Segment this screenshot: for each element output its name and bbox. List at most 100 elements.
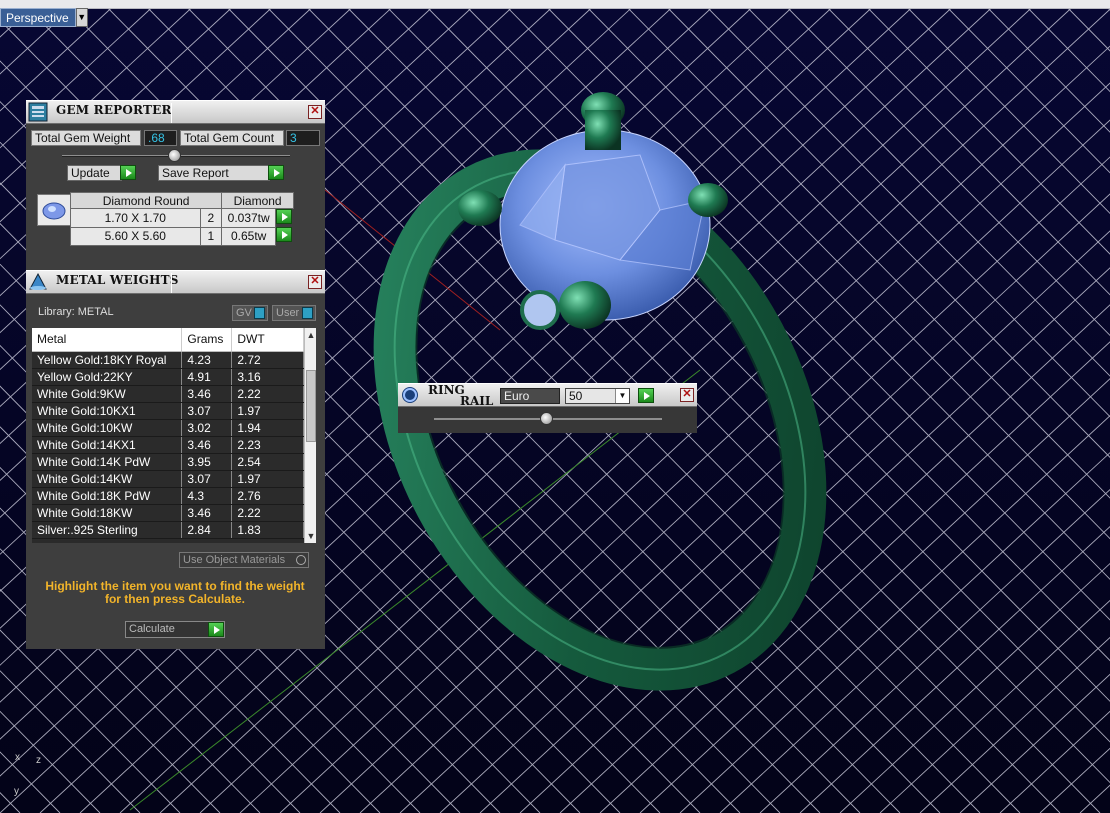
- calculate-button[interactable]: Calculate: [125, 621, 225, 638]
- metal-metal-cell: White Gold:14KX1: [32, 436, 183, 454]
- gem-row-go-icon[interactable]: [276, 209, 293, 224]
- gem-slider-handle[interactable]: [168, 149, 181, 162]
- gem-size: 5.60 X 5.60: [70, 226, 201, 246]
- ring-rail-slider-handle[interactable]: [540, 412, 553, 425]
- metal-weights-titlebar[interactable]: METAL WEIGHTS ✕: [26, 270, 325, 294]
- toggle-indicator-icon: [302, 307, 313, 319]
- metal-dwt-cell: 1.94: [231, 419, 304, 437]
- axis-z-label: z: [36, 755, 41, 766]
- radio-icon[interactable]: [296, 555, 306, 565]
- gem-row[interactable]: 1.70 X 1.70 2 0.037tw: [70, 208, 294, 228]
- metal-grams-cell: 2.84: [181, 521, 233, 539]
- metal-grams-cell: 4.23: [181, 351, 233, 369]
- close-icon[interactable]: ✕: [308, 105, 322, 119]
- metal-dwt-cell: 1.97: [231, 470, 304, 488]
- chevron-down-icon[interactable]: ▼: [615, 389, 629, 403]
- metal-dwt-cell: 2.22: [231, 504, 304, 522]
- metal-row[interactable]: White Gold:14K PdW 3.95 2.54: [32, 453, 304, 471]
- metal-metal-cell: Silver:.925 Sterling: [32, 521, 183, 539]
- use-object-materials-label: Use Object Materials: [183, 554, 286, 566]
- ring-rail-title-line2: RAIL: [460, 394, 494, 408]
- column-metal[interactable]: Metal: [32, 328, 183, 352]
- ring-rail-titlebar[interactable]: RING RAIL Euro 50 ▼ ✕: [398, 383, 697, 407]
- metal-row[interactable]: Yellow Gold:22KY 4.91 3.16: [32, 368, 304, 386]
- update-label: Update: [71, 166, 110, 180]
- metal-grams-cell: 3.46: [181, 504, 233, 522]
- gem-shape-header: Diamond Round: [69, 192, 223, 209]
- metal-weights-title: METAL WEIGHTS: [56, 273, 179, 287]
- user-toggle-label: User: [276, 307, 300, 319]
- gem-row-go-icon[interactable]: [276, 227, 293, 242]
- metal-dwt-cell: 2.22: [231, 385, 304, 403]
- metal-row[interactable]: Yellow Gold:18KY Royal 4.23 2.72: [32, 351, 304, 369]
- metal-row[interactable]: White Gold:14KW 3.07 1.97: [32, 470, 304, 488]
- scroll-down-icon[interactable]: ▼: [305, 529, 316, 543]
- close-icon[interactable]: ✕: [308, 275, 322, 289]
- gem-table: Diamond Round Diamond 1.70 X 1.70 2 0.03…: [69, 192, 294, 246]
- metal-metal-cell: White Gold:14K PdW: [32, 453, 183, 471]
- toggle-indicator-icon: [254, 307, 265, 319]
- gem-reporter-titlebar[interactable]: GEM REPORTER ✕: [26, 100, 325, 124]
- view-tab[interactable]: Perspective ▼: [0, 8, 88, 27]
- gem-row[interactable]: 5.60 X 5.60 1 0.65tw: [70, 226, 294, 246]
- metal-row[interactable]: White Gold:10KX1 3.07 1.97: [32, 402, 304, 420]
- metal-weights-panel: METAL WEIGHTS ✕ Library: METAL GV User M…: [26, 270, 325, 649]
- metal-dwt-cell: 2.54: [231, 453, 304, 471]
- metal-metal-cell: White Gold:18K PdW: [32, 487, 183, 505]
- gem-count: 2: [199, 208, 223, 228]
- metal-dwt-cell: 1.83: [231, 521, 304, 539]
- metal-row[interactable]: White Gold:14KX1 3.46 2.23: [32, 436, 304, 454]
- gem-thumbnail: [37, 194, 71, 226]
- save-report-button[interactable]: Save Report: [158, 165, 270, 181]
- metal-weights-icon: [29, 272, 47, 290]
- metal-dwt-cell: 3.16: [231, 368, 304, 386]
- titlebar-divider: [171, 273, 172, 293]
- gem-reporter-icon: [28, 102, 48, 122]
- ring-size-standard-select[interactable]: Euro: [500, 388, 560, 404]
- user-toggle[interactable]: User: [272, 305, 316, 321]
- metal-row[interactable]: White Gold:10KW 3.02 1.94: [32, 419, 304, 437]
- update-go-icon[interactable]: [120, 165, 136, 180]
- metal-metal-cell: White Gold:9KW: [32, 385, 183, 403]
- metal-row[interactable]: White Gold:18KW 3.46 2.22: [32, 504, 304, 522]
- ring-rail-go-icon[interactable]: [638, 388, 654, 403]
- titlebar-divider: [171, 103, 172, 123]
- ring-size-select[interactable]: 50 ▼: [565, 388, 630, 404]
- total-gem-weight-value: .68: [144, 130, 177, 146]
- metal-row[interactable]: Silver:.925 Sterling 2.84 1.83: [32, 521, 304, 539]
- column-grams[interactable]: Grams: [181, 328, 233, 352]
- library-label: Library: METAL: [38, 306, 114, 318]
- use-object-materials-option[interactable]: Use Object Materials: [179, 552, 309, 568]
- metal-dwt-cell: 2.72: [231, 351, 304, 369]
- save-report-go-icon[interactable]: [268, 165, 284, 180]
- metal-row[interactable]: White Gold:9KW 3.46 2.22: [32, 385, 304, 403]
- view-menu-dropdown[interactable]: ▼: [75, 8, 88, 27]
- update-button[interactable]: Update: [67, 165, 122, 181]
- ring-size-value: 50: [569, 389, 583, 403]
- ring-rail-title: RING RAIL: [428, 384, 494, 408]
- metal-grams-cell: 3.02: [181, 419, 233, 437]
- metal-row[interactable]: White Gold:18K PdW 4.3 2.76: [32, 487, 304, 505]
- close-icon[interactable]: ✕: [680, 388, 694, 402]
- axis-x-label: x: [15, 752, 20, 763]
- gem-weight: 0.65tw: [221, 226, 277, 246]
- metal-dwt-cell: 2.76: [231, 487, 304, 505]
- gem-weight: 0.037tw: [221, 208, 277, 228]
- gv-toggle[interactable]: GV: [232, 305, 268, 321]
- gem-reporter-panel: GEM REPORTER ✕ Total Gem Weight .68 Tota…: [26, 100, 325, 271]
- scroll-up-icon[interactable]: ▲: [305, 328, 316, 342]
- column-dwt[interactable]: DWT: [231, 328, 304, 352]
- axis-y-label: y: [14, 786, 19, 797]
- metal-grams-cell: 3.46: [181, 436, 233, 454]
- ring-icon: [402, 387, 418, 403]
- gv-toggle-label: GV: [236, 307, 252, 319]
- metal-grams-cell: 4.91: [181, 368, 233, 386]
- metal-metal-cell: Yellow Gold:18KY Royal: [32, 351, 183, 369]
- calculate-go-icon[interactable]: [208, 622, 224, 637]
- metal-list-scrollbar[interactable]: ▲ ▼: [304, 328, 316, 543]
- gem-reporter-title: GEM REPORTER: [56, 103, 172, 117]
- scroll-thumb[interactable]: [306, 370, 316, 442]
- metal-list[interactable]: Metal Grams DWT Yellow Gold:18KY Royal 4.…: [32, 328, 316, 543]
- gem-count: 1: [199, 226, 223, 246]
- view-name[interactable]: Perspective: [0, 8, 76, 27]
